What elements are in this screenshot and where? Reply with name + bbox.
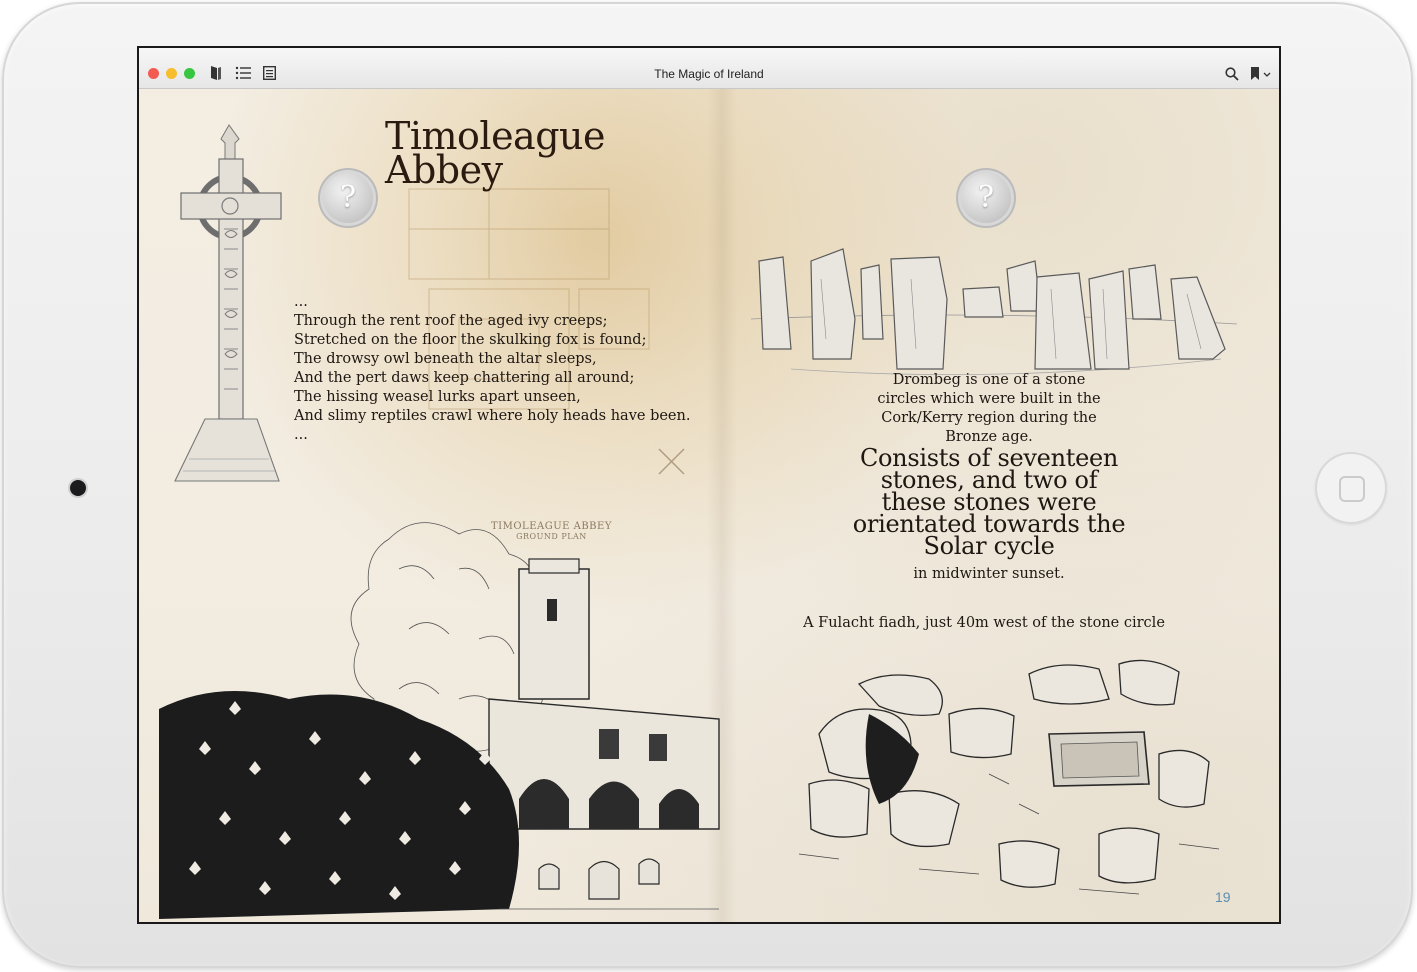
highlight-line: Solar cycle	[923, 532, 1055, 560]
poem-line: Stretched on the floor the skulking fox …	[294, 332, 647, 348]
stone-circle-illustration	[750, 248, 1238, 376]
book-spread: ? ? Timoleague Abbey ... Through the ren…	[139, 89, 1279, 922]
front-camera	[70, 480, 86, 496]
abbey-ruins-illustration	[159, 522, 720, 919]
poem: ... Through the rent roof the aged ivy c…	[294, 293, 724, 445]
celtic-cross-illustration	[174, 124, 282, 482]
poem-line: The drowsy owl beneath the altar sleeps,	[294, 351, 597, 367]
title-bar: The Magic of Ireland	[139, 48, 1279, 89]
page-title: Timoleague Abbey	[385, 117, 606, 192]
poem-line: ...	[294, 294, 308, 310]
after-text: in midwinter sunset.	[913, 566, 1065, 582]
highlight-text: Consists of seventeen stones, and two of…	[829, 446, 1149, 560]
chevron-down-icon[interactable]	[1263, 72, 1271, 78]
poem-line: ...	[294, 427, 308, 443]
poem-line: And the pert daws keep chattering all ar…	[294, 370, 635, 386]
intro-text: Drombeg is one of a stone circles which …	[829, 371, 1149, 447]
page-title-line-2: Abbey	[385, 148, 503, 192]
page-number: 19	[1215, 889, 1231, 905]
fulacht-fiadh-illustration	[798, 659, 1220, 895]
home-button[interactable]	[1315, 452, 1387, 524]
poem-line: Through the rent roof the aged ivy creep…	[294, 313, 608, 329]
intro-line: Cork/Kerry region during the	[881, 410, 1097, 426]
intro-line: Drombeg is one of a stone	[892, 372, 1086, 388]
poem-line: And slimy reptiles crawl where holy head…	[294, 408, 691, 424]
help-badge-left[interactable]: ?	[323, 173, 373, 223]
bookmark-icon[interactable]	[1250, 67, 1260, 80]
poem-line: The hissing weasel lurks apart unseen,	[294, 389, 581, 405]
screen: The Magic of Ireland ? ? Timoleague Abbe…	[137, 46, 1281, 924]
home-square-icon	[1339, 476, 1365, 502]
window-title: The Magic of Ireland	[654, 67, 764, 81]
search-icon[interactable]	[1225, 67, 1239, 81]
fulacht-fiadh-caption: A Fulacht fiadh, just 40m west of the st…	[803, 615, 1165, 631]
intro-line: circles which were built in the	[877, 391, 1101, 407]
